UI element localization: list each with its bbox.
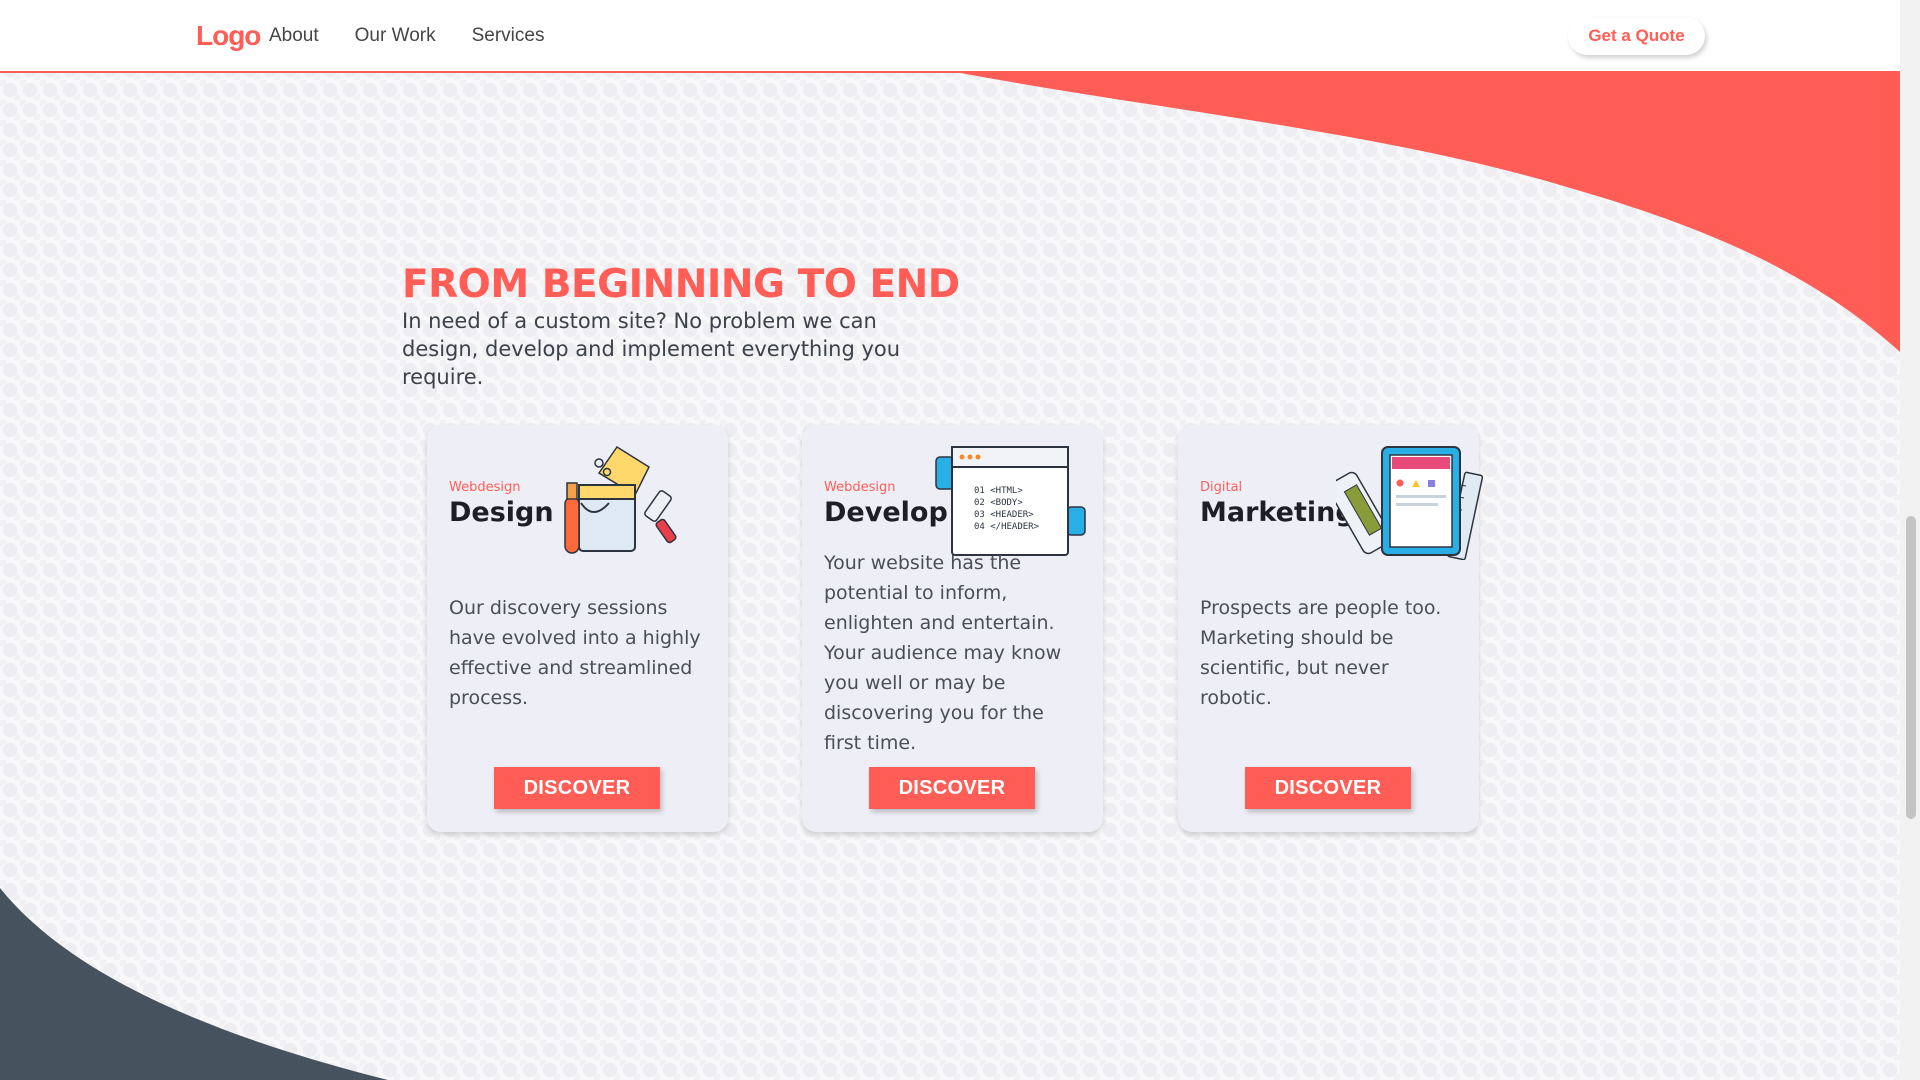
main-nav: About Our Work Services [269,25,544,47]
card-description: Your website has the potential to inform… [824,552,1062,754]
top-navbar: Logo About Our Work Services Get a Quote [0,0,1900,73]
scrollbar-thumb[interactable] [1906,516,1916,819]
service-cards: Webdesign Design Our discovery sessions … [0,0,1920,1080]
card-description: Our discovery sessions have evolved into… [449,597,701,709]
section-heading: FROM BEGINNING TO END [402,262,960,307]
discover-button-marketing[interactable]: DISCOVER [1245,767,1411,809]
code-line-2: 02 <BODY> [974,498,1023,508]
card-title: Design [449,497,554,528]
code-line-4: 04 </HEADER> [974,522,1040,532]
discover-button-develop[interactable]: DISCOVER [869,767,1035,809]
card-title: Develop [824,497,948,528]
card-eyebrow: Webdesign [824,480,896,495]
paint-bucket-brush-icon [564,445,677,554]
get-a-quote-button[interactable]: Get a Quote [1568,17,1705,55]
nav-link-services[interactable]: Services [472,25,545,47]
discover-button-design[interactable]: DISCOVER [494,767,660,809]
card-marketing: Digital Marketing Prospects are people t… [1178,425,1484,832]
card-title: Marketing [1200,497,1355,528]
intro-section: FROM BEGINNING TO END In need of a custo… [402,262,960,391]
code-window-icon: 01 <HTML> 02 <BODY> 03 <HEADER> 04 </HEA… [935,446,1086,556]
card-description: Prospects are people too. Marketing shou… [1200,597,1442,709]
card-design: Webdesign Design Our discovery sessions … [427,425,728,832]
code-line-1: 01 <HTML> [974,486,1023,496]
logo-link[interactable]: Logo [196,20,261,52]
nav-link-about[interactable]: About [269,25,319,47]
card-develop: Webdesign Develop 01 <HTML> 02 <BODY> 03… [802,425,1103,832]
page-scrollbar[interactable] [1900,0,1920,1080]
nav-link-our-work[interactable]: Our Work [355,25,436,47]
tablet-ruler-icon [1336,446,1484,560]
code-line-3: 03 <HEADER> [974,510,1034,520]
page: Logo About Our Work Services Get a Quote… [0,0,1920,1080]
card-eyebrow: Digital [1200,480,1243,495]
card-eyebrow: Webdesign [449,480,521,495]
section-intro-text: In need of a custom site? No problem we … [402,309,901,389]
